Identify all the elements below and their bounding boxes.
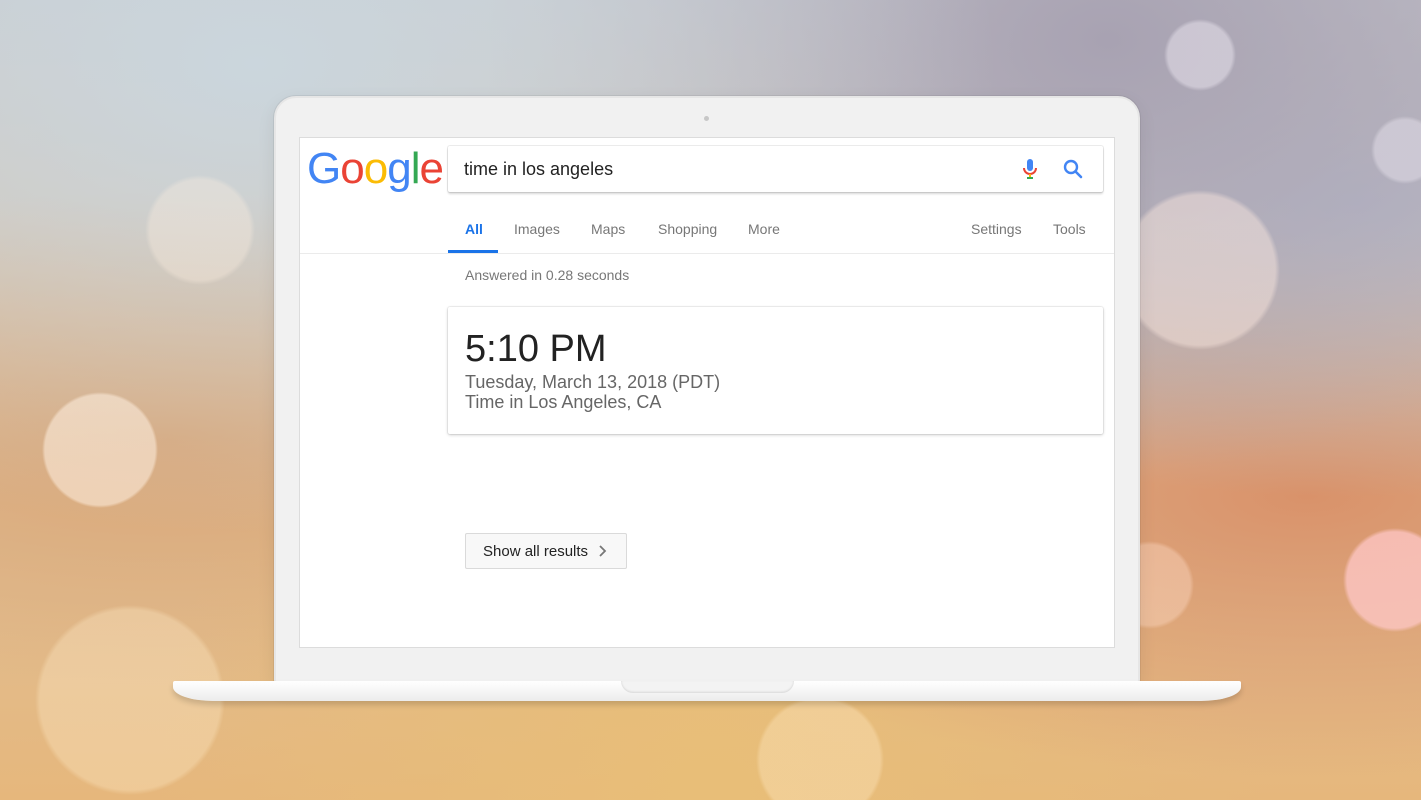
logo-letter: G <box>307 144 341 193</box>
laptop-notch <box>621 681 794 693</box>
logo-letter: o <box>340 144 365 193</box>
time-value: 5:10 PM <box>465 328 607 370</box>
search-input[interactable] <box>464 146 994 192</box>
magnifier-icon[interactable] <box>1061 157 1085 181</box>
tab-images[interactable]: Images <box>514 208 560 252</box>
time-answer-card: 5:10 PM Tuesday, March 13, 2018 (PDT) Ti… <box>448 307 1103 434</box>
logo-letter: g <box>387 144 412 193</box>
search-tabs: All Images Maps Shopping More Settings T… <box>300 208 1114 254</box>
result-stats: Answered in 0.28 seconds <box>465 267 630 283</box>
chevron-right-icon <box>599 545 607 557</box>
search-box <box>448 146 1103 192</box>
google-logo[interactable]: Google <box>307 144 444 194</box>
logo-letter: o <box>363 144 389 193</box>
browser-screen: Google All Images Maps Shopping More Set… <box>299 137 1115 648</box>
date-line: Tuesday, March 13, 2018 (PDT) <box>465 372 721 392</box>
tabs-divider <box>300 253 1114 254</box>
camera-icon <box>704 116 709 121</box>
show-all-results-label: Show all results <box>483 542 589 560</box>
show-all-results-button[interactable]: Show all results <box>465 533 627 569</box>
tab-more[interactable]: More <box>748 208 780 252</box>
logo-letter: e <box>419 144 444 193</box>
tab-maps[interactable]: Maps <box>591 208 625 252</box>
logo-letter: l <box>410 144 421 193</box>
tab-settings[interactable]: Settings <box>971 208 1022 252</box>
tab-shopping[interactable]: Shopping <box>658 208 717 252</box>
tab-tools[interactable]: Tools <box>1053 208 1086 252</box>
location-line: Time in Los Angeles, CA <box>465 392 662 412</box>
microphone-icon[interactable] <box>1018 157 1042 181</box>
tab-all[interactable]: All <box>465 208 483 252</box>
